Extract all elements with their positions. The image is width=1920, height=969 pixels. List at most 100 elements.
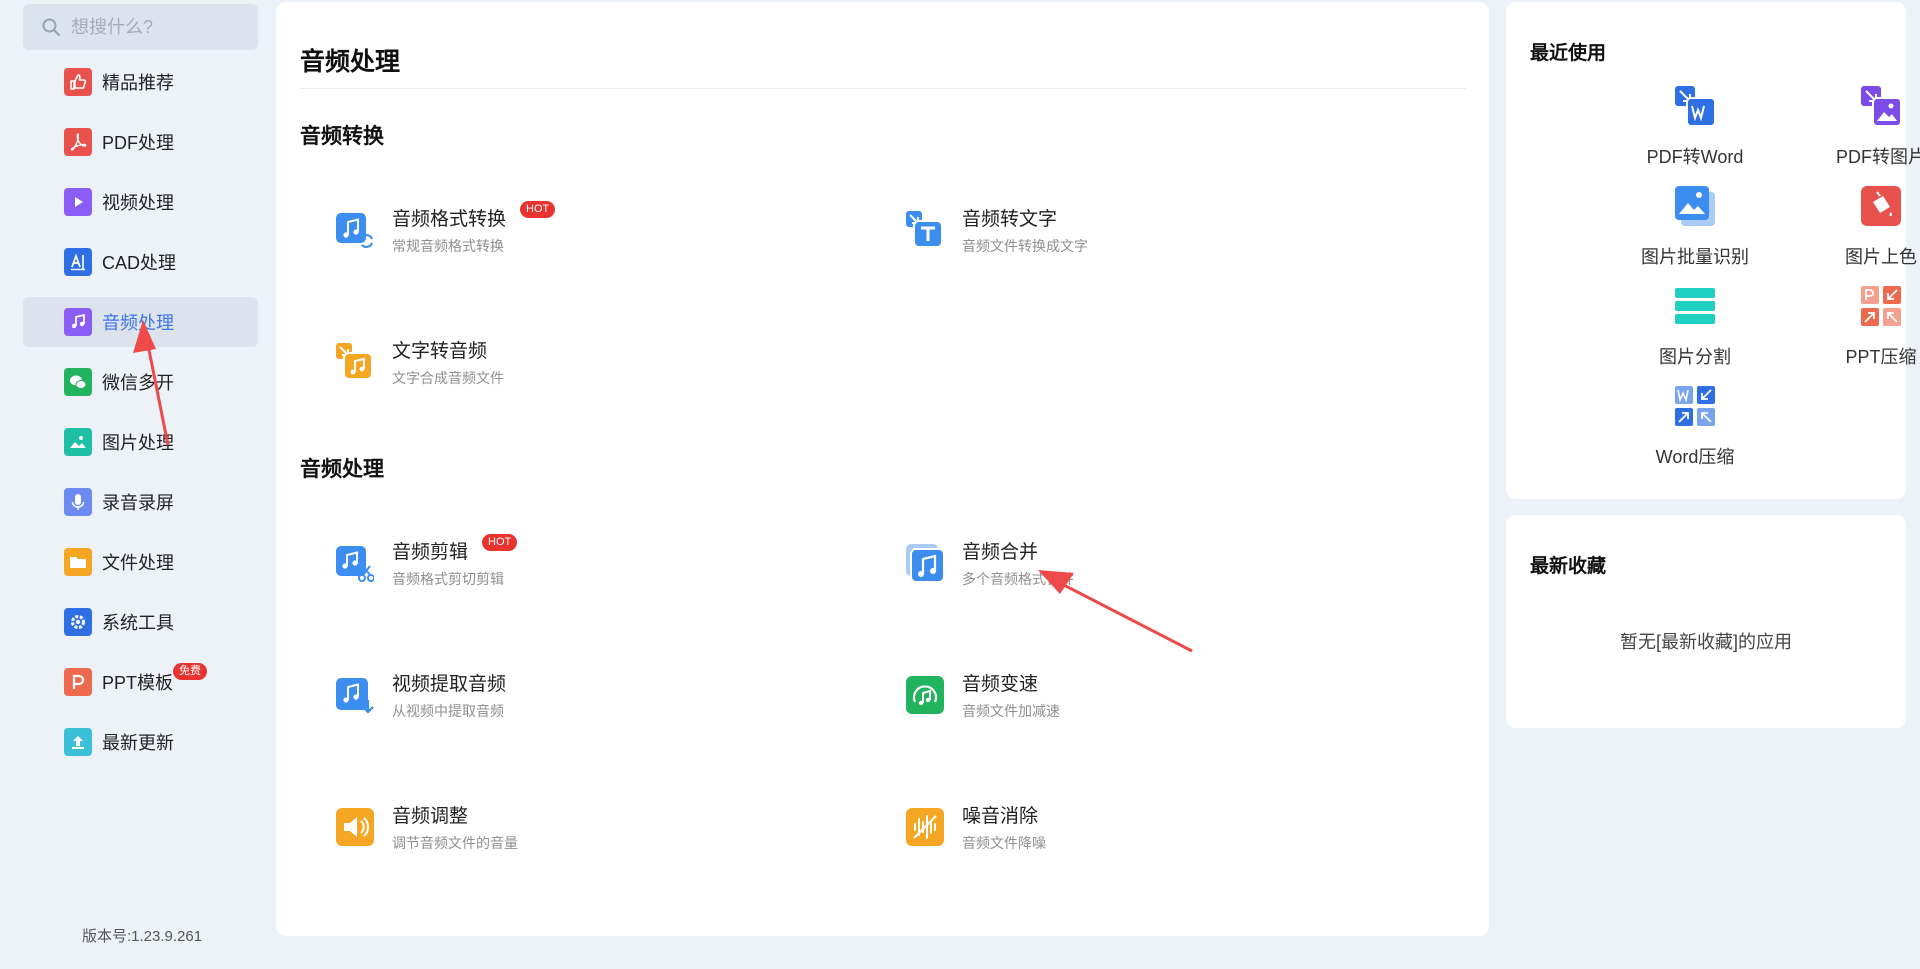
cad-icon: [64, 248, 92, 276]
tool-noise-reduction[interactable]: 噪音消除 音频文件降噪: [906, 795, 1426, 859]
sidebar-item-recording[interactable]: 录音录屏: [23, 477, 258, 527]
audio-cut-icon: [336, 546, 374, 582]
divider: [300, 88, 1466, 89]
tool-description: 多个音频格式合并: [962, 571, 1074, 587]
audio-speed-icon: [906, 676, 944, 714]
sidebar-item-recommended[interactable]: 精品推荐: [23, 57, 258, 107]
hot-badge: HOT: [482, 534, 518, 551]
upload-icon: [64, 728, 92, 756]
tool-description: 音频文件降噪: [962, 835, 1046, 851]
favorites-empty-message: 暂无[最新收藏]的应用: [1619, 632, 1792, 652]
image-split-icon: [1675, 288, 1715, 324]
video-extract-audio-icon: [336, 678, 374, 714]
sidebar-item-system-tools[interactable]: 系统工具: [23, 597, 258, 647]
tool-audio-cut[interactable]: 音频剪辑 HOT 音频格式剪切剪辑: [336, 531, 856, 595]
tool-audio-merge[interactable]: 音频合并 多个音频格式合并: [906, 531, 1426, 595]
folder-icon: [64, 548, 92, 576]
search-icon: [42, 18, 60, 36]
audio-merge-icon: [906, 544, 944, 582]
tool-description: 文字合成音频文件: [392, 370, 504, 386]
recent-item-pdf-to-word[interactable]: PDF转Word: [1610, 86, 1780, 169]
tool-name: 文字转音频: [392, 341, 488, 362]
sidebar-item-label: CAD处理: [102, 253, 177, 273]
recent-item-label: PDF转图片: [1836, 147, 1920, 167]
sidebar-item-cad[interactable]: CAD处理: [23, 237, 258, 287]
tool-description: 从视频中提取音频: [392, 703, 504, 719]
play-icon: [64, 188, 92, 216]
sidebar-item-ppt-template[interactable]: PPT模板 免费: [23, 657, 258, 707]
pdf-to-word-icon: [1675, 86, 1716, 127]
section-title: 音频转换: [300, 125, 384, 148]
recent-item-label: PPT压缩: [1845, 347, 1917, 367]
sidebar: 精品推荐 PDF处理 视频处理 CAD处理 音频处理: [0, 0, 272, 969]
wechat-icon: [64, 368, 92, 396]
sidebar-item-label: 精品推荐: [102, 73, 174, 93]
tool-video-extract-audio[interactable]: 视频提取音频 从视频中提取音频: [336, 663, 856, 727]
tool-name: 音频变速: [962, 674, 1039, 695]
sidebar-item-label: 录音录屏: [102, 493, 174, 513]
audio-to-text-icon: [906, 211, 943, 248]
gear-icon: [64, 608, 92, 636]
recent-item-pdf-to-image[interactable]: PDF转图片: [1796, 86, 1920, 169]
recent-item-word-compress[interactable]: Word压缩: [1610, 386, 1780, 469]
tool-name: 音频合并: [962, 542, 1039, 563]
tool-audio-to-text[interactable]: 音频转文字 音频文件转换成文字: [906, 198, 1426, 262]
tool-description: 音频文件转换成文字: [962, 238, 1088, 254]
sidebar-item-label: 微信多开: [102, 373, 174, 393]
image-ocr-icon: [1675, 186, 1715, 226]
sidebar-item-wechat[interactable]: 微信多开: [23, 357, 258, 407]
tool-name: 音频剪辑: [392, 542, 469, 563]
recent-item-label: 图片分割: [1659, 347, 1731, 367]
recent-item-image-colorize[interactable]: 图片上色: [1796, 186, 1920, 269]
sidebar-item-label: 文件处理: [102, 553, 174, 573]
sidebar-item-latest-update[interactable]: 最新更新: [23, 717, 258, 767]
sidebar-item-label: 最新更新: [102, 733, 174, 753]
sidebar-item-label: 音频处理: [102, 313, 174, 333]
tool-audio-volume[interactable]: 音频调整 调节音频文件的音量: [336, 795, 856, 859]
tool-name: 音频转文字: [962, 209, 1058, 230]
tool-audio-speed[interactable]: 音频变速 音频文件加减速: [906, 663, 1426, 727]
sidebar-nav: 精品推荐 PDF处理 视频处理 CAD处理 音频处理 微信多开 图片处理 录音录…: [23, 57, 258, 777]
ppt-icon: [64, 668, 92, 696]
tool-description: 音频格式剪切剪辑: [392, 571, 504, 587]
sidebar-item-file[interactable]: 文件处理: [23, 537, 258, 587]
recent-title: 最近使用: [1530, 43, 1607, 64]
version-label: 版本号:1.23.9.261: [82, 928, 203, 945]
sidebar-item-image[interactable]: 图片处理: [23, 417, 258, 467]
recent-item-image-ocr[interactable]: 图片批量识别: [1610, 186, 1780, 269]
tool-audio-format-convert[interactable]: 音频格式转换 HOT 常规音频格式转换: [336, 198, 856, 262]
word-compress-icon: [1675, 386, 1715, 426]
sidebar-item-audio[interactable]: 音频处理: [23, 297, 258, 347]
pdf-icon: [64, 128, 92, 156]
tool-name: 音频格式转换: [392, 209, 507, 230]
microphone-icon: [64, 488, 92, 516]
recent-item-ppt-compress[interactable]: PPT压缩: [1796, 286, 1920, 369]
free-badge: 免费: [173, 663, 207, 680]
tool-name: 视频提取音频: [392, 674, 507, 695]
noise-reduction-icon: [906, 808, 944, 846]
sidebar-item-pdf[interactable]: PDF处理: [23, 117, 258, 167]
favorites-panel: 最新收藏 暂无[最新收藏]的应用: [1506, 515, 1906, 728]
sidebar-item-label: PDF处理: [102, 133, 174, 153]
sidebar-item-label: 系统工具: [102, 613, 174, 633]
image-icon: [64, 428, 92, 456]
tool-text-to-audio[interactable]: 文字转音频 文字合成音频文件: [336, 330, 856, 394]
sidebar-item-label: PPT模板: [102, 673, 174, 693]
tool-description: 音频文件加减速: [962, 703, 1060, 719]
paint-bucket-icon: [1861, 186, 1901, 226]
volume-icon: [336, 808, 374, 846]
section-title: 音频处理: [300, 458, 384, 481]
search-box[interactable]: [23, 4, 258, 50]
hot-badge: HOT: [520, 201, 556, 218]
page-title: 音频处理: [300, 48, 401, 76]
search-input[interactable]: [71, 16, 241, 38]
recent-item-image-split[interactable]: 图片分割: [1610, 286, 1780, 369]
thumbs-up-icon: [64, 68, 92, 96]
favorites-title: 最新收藏: [1530, 556, 1607, 577]
sidebar-item-label: 图片处理: [102, 433, 174, 453]
sidebar-item-label: 视频处理: [102, 193, 174, 213]
main-panel: 音频处理 音频转换 音频格式转换 HOT 常规音频格式转换 音频转文字 音频文件转…: [276, 2, 1489, 936]
tool-name: 音频调整: [392, 806, 469, 827]
recent-item-label: 图片上色: [1845, 247, 1917, 267]
sidebar-item-video[interactable]: 视频处理: [23, 177, 258, 227]
